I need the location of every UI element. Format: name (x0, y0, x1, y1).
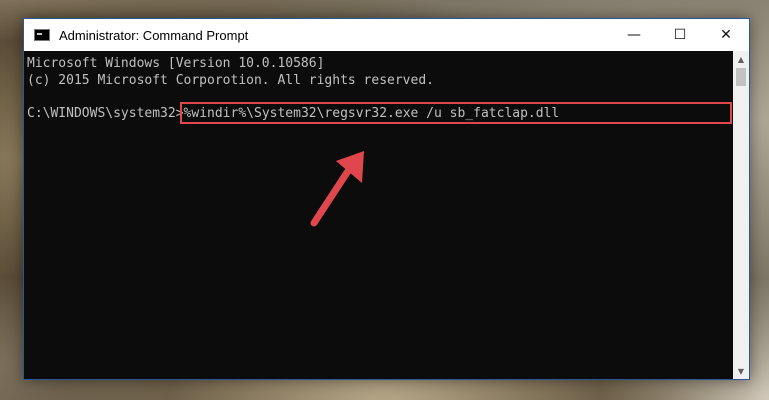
scroll-up-icon[interactable]: ▲ (733, 51, 749, 67)
scrollbar-thumb[interactable] (736, 68, 746, 86)
close-button[interactable]: ✕ (703, 19, 749, 51)
console-line-version: Microsoft Windows [Version 10.0.10586] (27, 56, 325, 71)
maximize-button[interactable]: ☐ (657, 19, 703, 51)
console-prompt: C:\WINDOWS\system32> (27, 106, 184, 121)
command-highlight-box (180, 102, 732, 124)
scroll-down-icon[interactable]: ▼ (733, 363, 749, 379)
pointer-arrow-icon (310, 151, 364, 227)
vertical-scrollbar[interactable]: ▲ ▼ (733, 51, 749, 379)
command-prompt-window: Administrator: Command Prompt — ☐ ✕ Micr… (23, 18, 750, 380)
console-output[interactable]: Microsoft Windows [Version 10.0.10586] (… (24, 51, 733, 379)
minimize-button[interactable]: — (611, 19, 657, 51)
title-bar[interactable]: Administrator: Command Prompt — ☐ ✕ (24, 19, 749, 51)
window-title: Administrator: Command Prompt (59, 27, 249, 43)
window-controls: — ☐ ✕ (611, 19, 749, 51)
console-line-copyright: (c) 2015 Microsoft Corporotion. All righ… (27, 73, 434, 88)
cmd-icon (34, 29, 50, 41)
